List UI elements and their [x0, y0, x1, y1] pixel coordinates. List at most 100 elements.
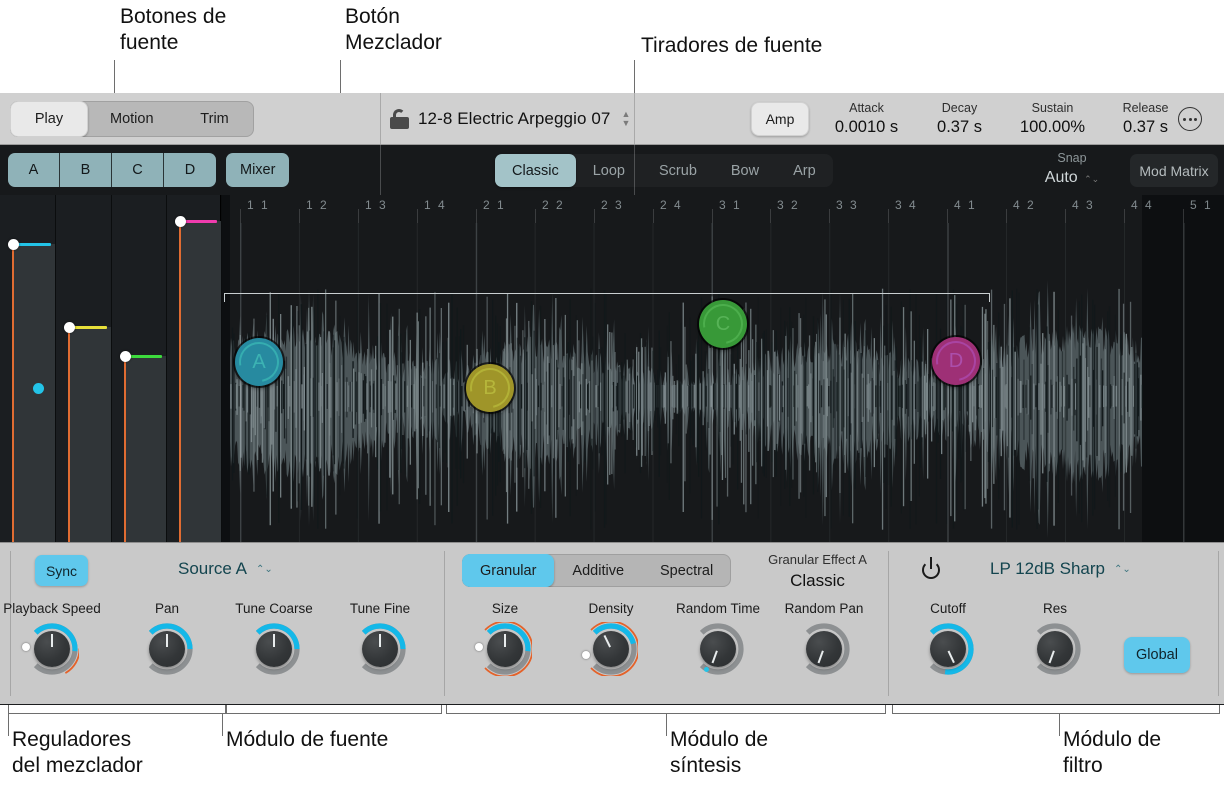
mixer-button[interactable]: Mixer — [226, 153, 290, 187]
global-button[interactable]: Global — [1124, 637, 1190, 673]
mixer-channel-fill — [179, 221, 221, 542]
amp-button[interactable]: Amp — [751, 102, 809, 136]
mixer-channel-level-indicator — [17, 243, 51, 246]
source-marker-c[interactable]: C — [695, 296, 751, 352]
mixer-channel-handle[interactable] — [119, 351, 131, 362]
knob-dial[interactable] — [691, 622, 745, 676]
leader-filter-module — [1059, 714, 1060, 736]
knob-dial[interactable] — [475, 622, 532, 676]
envelope-decay-label: Decay — [941, 101, 978, 115]
envelope-attack[interactable]: Attack 0.0010 s — [820, 100, 913, 138]
source-marker-a[interactable]: A — [231, 334, 287, 390]
chevron-up-down-icon[interactable]: ⌃⌄ — [1084, 168, 1099, 190]
knob-random-time[interactable]: Random Time — [663, 599, 773, 676]
source-marker-d[interactable]: D — [928, 333, 984, 389]
mixer-channel-c[interactable] — [112, 195, 167, 542]
knob-dial[interactable] — [921, 622, 975, 676]
synthesis-engine-tabs[interactable]: Granular Additive Spectral — [462, 554, 732, 587]
knob-size[interactable]: Size — [450, 599, 560, 676]
mixer-channel-a[interactable] — [0, 195, 56, 542]
mixer-modulation-dot[interactable] — [33, 383, 44, 394]
knob-cutoff[interactable]: Cutoff — [893, 599, 1003, 676]
knob-tune-coarse[interactable]: Tune Coarse — [219, 599, 329, 676]
knob-dial[interactable] — [140, 622, 194, 676]
engine-spectral[interactable]: Spectral — [642, 554, 731, 587]
mixer-channel-fill — [12, 244, 55, 542]
source-button-b[interactable]: B — [60, 153, 112, 187]
envelope-attack-label: Attack — [849, 101, 884, 115]
source-button-group[interactable]: ABCD — [8, 153, 216, 187]
knob-density[interactable]: Density — [556, 599, 666, 676]
knob-dial[interactable] — [797, 622, 851, 676]
envelope-sustain-label: Sustain — [1031, 101, 1074, 115]
knob-value-dot[interactable] — [475, 642, 484, 651]
mode-scrub[interactable]: Scrub — [642, 154, 714, 187]
mixer-faders-panel[interactable] — [0, 195, 222, 542]
engine-additive[interactable]: Additive — [554, 554, 642, 587]
mode-bow[interactable]: Bow — [714, 154, 776, 187]
selection-bracket-left-cap[interactable] — [224, 293, 225, 302]
knob-pointer — [504, 634, 506, 647]
knob-res[interactable]: Res — [1000, 599, 1110, 676]
source-toolbar: ABCD Mixer Classic Loop Scrub Bow Arp Snap A… — [0, 145, 1224, 195]
knob-label: Density — [588, 601, 634, 616]
knob-value-dot[interactable] — [22, 642, 31, 651]
source-button-c[interactable]: C — [112, 153, 164, 187]
lock-icon[interactable] — [390, 109, 409, 129]
source-select[interactable]: Source A ⌃⌄ — [178, 559, 273, 579]
chevron-up-down-icon[interactable]: ⌃⌄ — [256, 564, 273, 575]
main-display: 1 11 21 31 42 12 22 32 43 13 23 33 44 14… — [0, 195, 1224, 542]
mod-matrix-button[interactable]: Mod Matrix — [1130, 154, 1218, 187]
knob-tune-fine[interactable]: Tune Fine — [325, 599, 435, 676]
knob-dial[interactable] — [1028, 622, 1082, 676]
mode-classic[interactable]: Classic — [495, 154, 576, 187]
knob-dial[interactable] — [22, 622, 79, 676]
envelope-parameters: Attack 0.0010 s Decay 0.37 s Sustain 100.00% R… — [820, 93, 1192, 145]
playback-mode-group[interactable]: Classic Loop Scrub Bow Arp — [495, 154, 833, 187]
power-icon[interactable] — [920, 557, 942, 581]
envelope-sustain[interactable]: Sustain 100.00% — [1006, 100, 1099, 138]
patch-selector[interactable]: 12-8 Electric Arpeggio 07 ▲ ▼ — [390, 93, 630, 145]
source-select-value: Source A — [178, 559, 247, 578]
source-button-d[interactable]: D — [164, 153, 216, 187]
mixer-channel-handle[interactable] — [63, 322, 75, 333]
source-button-a[interactable]: A — [8, 153, 60, 187]
mixer-channel-handle[interactable] — [7, 239, 19, 250]
patch-name: 12-8 Electric Arpeggio 07 — [418, 109, 611, 128]
sync-button[interactable]: Sync — [35, 555, 88, 586]
source-marker-b[interactable]: B — [462, 360, 518, 416]
filter-type-select[interactable]: LP 12dB Sharp ⌃⌄ — [990, 559, 1131, 579]
knob-dial[interactable] — [353, 622, 407, 676]
snap-label: Snap — [1057, 151, 1087, 165]
view-mode-motion[interactable]: Motion — [88, 101, 176, 137]
chevron-up-down-icon[interactable]: ⌃⌄ — [1114, 564, 1131, 575]
view-mode-trim[interactable]: Trim — [176, 101, 254, 137]
mixer-channel-d[interactable] — [167, 195, 222, 542]
knob-value-dot[interactable] — [581, 651, 590, 660]
knob-pan[interactable]: Pan — [112, 599, 222, 676]
selection-bracket[interactable] — [224, 293, 990, 294]
annotation-synthesis-module: Módulo de síntesis — [670, 728, 769, 777]
mode-arp[interactable]: Arp — [776, 154, 833, 187]
knob-dial[interactable] — [247, 622, 301, 676]
knob-label: Random Time — [675, 601, 761, 616]
more-options-icon[interactable] — [1178, 107, 1202, 131]
module-divider-3 — [888, 551, 889, 696]
bracket-filter-module — [892, 704, 1220, 714]
mode-loop[interactable]: Loop — [576, 154, 642, 187]
view-mode-play[interactable]: Play — [10, 100, 88, 137]
engine-granular[interactable]: Granular — [462, 554, 555, 587]
knob-dial[interactable] — [581, 622, 638, 676]
envelope-decay[interactable]: Decay 0.37 s — [913, 100, 1006, 138]
knob-playback-speed[interactable]: Playback Speed — [0, 599, 107, 676]
mixer-channel-handle[interactable] — [174, 216, 186, 227]
bracket-synthesis-module — [446, 704, 886, 714]
granular-effect-readout[interactable]: Granular Effect A Classic — [755, 551, 880, 592]
view-mode-group[interactable]: Play Motion Trim — [10, 100, 254, 137]
chevron-up-down-icon[interactable]: ▲ ▼ — [621, 110, 630, 128]
knob-random-pan[interactable]: Random Pan — [769, 599, 879, 676]
mixer-channel-b[interactable] — [56, 195, 112, 542]
selection-bracket-right-cap[interactable] — [989, 293, 990, 302]
snap-selector[interactable]: Snap Auto ⌃⌄ — [1029, 150, 1115, 190]
waveform-panel[interactable]: 1 11 21 31 42 12 22 32 43 13 23 33 44 14… — [222, 195, 1224, 542]
